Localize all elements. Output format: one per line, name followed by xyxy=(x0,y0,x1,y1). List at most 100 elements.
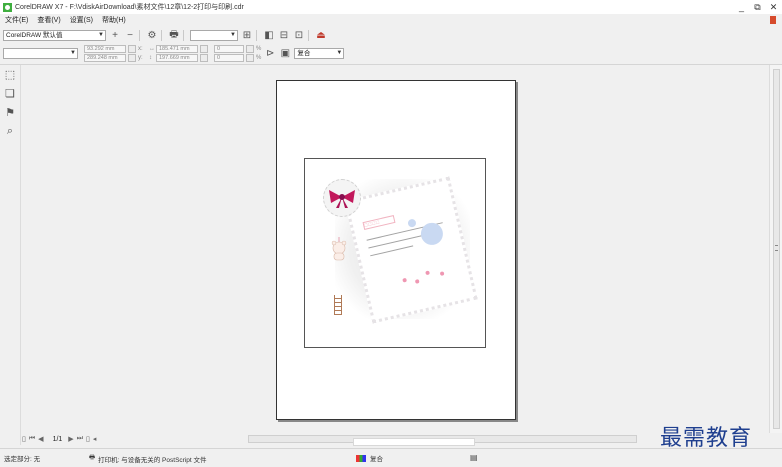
composite-combo[interactable]: 复合 ▼ xyxy=(294,48,345,59)
artwork-bounding-frame: □□□□ xyxy=(304,158,486,348)
printer-icon: 🖶 xyxy=(89,454,96,461)
composite-value: 复合 xyxy=(297,50,311,57)
color-mode-icon xyxy=(356,454,366,462)
close-print-preview-icon[interactable]: ⏏ xyxy=(315,29,327,41)
toolbar-divider xyxy=(161,29,162,41)
preview-canvas[interactable]: □□□□ xyxy=(22,65,769,433)
width-icon: ↔ xyxy=(149,46,155,52)
scroll-grip-icon xyxy=(775,245,778,251)
selection-status: 选定部分: 无 xyxy=(4,456,41,463)
bear-illustration xyxy=(331,237,347,261)
ladder-illustration xyxy=(334,295,342,315)
invert-icon[interactable]: ⊟ xyxy=(278,29,290,41)
toolbar-divider xyxy=(183,29,184,41)
remove-style-icon[interactable]: − xyxy=(124,29,136,41)
chevron-down-icon: ▼ xyxy=(336,50,343,56)
add-page-icon[interactable]: ▯ xyxy=(86,435,90,443)
flower-illustration xyxy=(402,277,408,283)
next-page-icon[interactable]: ▶ xyxy=(68,435,73,443)
dandelion-illustration xyxy=(418,220,446,248)
document-icon: ▤ xyxy=(470,453,478,462)
height-spinner[interactable] xyxy=(200,54,208,62)
color-separation-icon[interactable]: ◧ xyxy=(263,29,275,41)
close-preview-icon[interactable] xyxy=(770,16,776,24)
dandelion-illustration xyxy=(407,218,417,228)
full-screen-icon[interactable]: ⊞ xyxy=(241,29,253,41)
property-bar: ▼ 93.292 mm x: 289.248 mm y: ↔ 185.471 m… xyxy=(0,43,782,65)
minimize-button[interactable]: _ xyxy=(737,1,746,13)
scale-x-field[interactable]: 0 xyxy=(214,45,244,53)
scale-x-spinner[interactable] xyxy=(246,45,254,53)
mirror-icon[interactable]: ⊡ xyxy=(293,29,305,41)
fit-page-icon[interactable]: ▣ xyxy=(279,48,291,60)
toolbox: ⬚ ❏ ⚑ ⌕ xyxy=(0,65,21,445)
vertical-scrollbar[interactable] xyxy=(769,65,782,433)
print-page: □□□□ xyxy=(276,80,516,420)
horizontal-scroll-thumb[interactable] xyxy=(353,438,475,446)
scale-fields: 0 % 0 % xyxy=(214,45,261,62)
ribbon-bow-icon xyxy=(329,190,355,208)
menu-bar: 文件(E) 查看(V) 设置(S) 帮助(H) xyxy=(0,14,782,26)
percent-label: % xyxy=(256,55,262,61)
previous-page-icon[interactable]: ◀ xyxy=(38,435,43,443)
height-icon: ↕ xyxy=(149,55,152,61)
size-fields: ↔ 185.471 mm ↕ 197.669 mm xyxy=(149,45,208,62)
flower-illustration xyxy=(439,271,445,277)
coreldraw-app-icon xyxy=(3,2,12,12)
chevron-down-icon: ▼ xyxy=(98,31,104,38)
color-mode-text: 复合 xyxy=(370,456,383,463)
marks-placement-icon[interactable]: ⚑ xyxy=(2,105,18,120)
chevron-down-icon: ▼ xyxy=(230,31,236,38)
x-position-field[interactable]: 93.292 mm xyxy=(84,45,126,53)
x-spinner[interactable] xyxy=(128,45,136,53)
page-navigator: ▯ ⏮ ◀ 1/1 ▶ ⏭ ▯ ◂ xyxy=(22,433,769,446)
toolbar-divider xyxy=(139,29,140,41)
y-label: y: xyxy=(138,55,143,61)
height-field[interactable]: 197.669 mm xyxy=(156,54,198,62)
y-spinner[interactable] xyxy=(128,54,136,62)
color-mode-status: 复合 xyxy=(356,453,383,463)
layout-combo[interactable]: ▼ xyxy=(3,48,78,59)
last-page-icon[interactable]: ⏭ xyxy=(77,435,83,443)
close-button[interactable]: ✕ xyxy=(769,1,778,13)
width-field[interactable]: 185.471 mm xyxy=(156,45,198,53)
menu-view[interactable]: 查看(V) xyxy=(37,15,60,25)
menu-file[interactable]: 文件(E) xyxy=(5,15,28,25)
flower-illustration xyxy=(414,279,420,284)
pick-tool-icon[interactable]: ⬚ xyxy=(2,67,18,82)
restore-button[interactable]: ⧉ xyxy=(753,1,762,13)
scale-y-field[interactable]: 0 xyxy=(214,54,244,62)
printer-status-text: 打印机: 与设备无关的 PostScript 文件 xyxy=(98,456,207,464)
title-bar: CorelDRAW X7 - F:\VdiskAirDownload\素材文件\… xyxy=(0,0,782,14)
y-position-field[interactable]: 289.248 mm xyxy=(84,54,126,62)
zoom-combo[interactable]: ▼ xyxy=(190,29,238,41)
imposition-layout-icon[interactable]: ❏ xyxy=(2,86,18,101)
menu-settings[interactable]: 设置(S) xyxy=(70,15,93,25)
toolbar-divider xyxy=(308,29,309,41)
scroll-left-icon[interactable]: ◂ xyxy=(93,435,97,443)
flower-illustration xyxy=(425,270,430,276)
x-label: x: xyxy=(138,46,143,52)
standard-toolbar: CorelDRAW 默认值 ▼ + − ⚙ 🖶 ▼ ⊞ ◧ ⊟ ⊡ ⏏ xyxy=(0,27,782,43)
add-style-icon[interactable]: + xyxy=(109,29,121,41)
print-options-icon[interactable]: ⚙ xyxy=(146,29,158,41)
menu-help[interactable]: 帮助(H) xyxy=(102,15,126,25)
scale-y-spinner[interactable] xyxy=(246,54,254,62)
zoom-tool-icon[interactable]: ⌕ xyxy=(2,124,18,139)
printer-status: 🖶 打印机: 与设备无关的 PostScript 文件 xyxy=(89,453,207,464)
watermark-text: 最需教育 xyxy=(660,426,753,451)
print-icon[interactable]: 🖶 xyxy=(168,29,180,41)
print-tiles-icon[interactable]: ⊳ xyxy=(264,48,276,60)
page-indicator: 1/1 xyxy=(52,435,63,443)
page-icon: ▯ xyxy=(22,436,26,443)
window-title: CorelDRAW X7 - F:\VdiskAirDownload\素材文件\… xyxy=(15,4,244,11)
horizontal-scrollbar[interactable] xyxy=(248,435,637,446)
percent-label: % xyxy=(256,46,262,52)
card-title-box: □□□□ xyxy=(362,214,396,230)
first-page-icon[interactable]: ⏮ xyxy=(29,435,35,443)
width-spinner[interactable] xyxy=(200,45,208,53)
chevron-down-icon: ▼ xyxy=(70,50,76,56)
print-style-combo[interactable]: CorelDRAW 默认值 ▼ xyxy=(3,29,106,41)
window-controls: _ ⧉ ✕ xyxy=(737,1,778,13)
toolbar-divider xyxy=(256,29,257,41)
